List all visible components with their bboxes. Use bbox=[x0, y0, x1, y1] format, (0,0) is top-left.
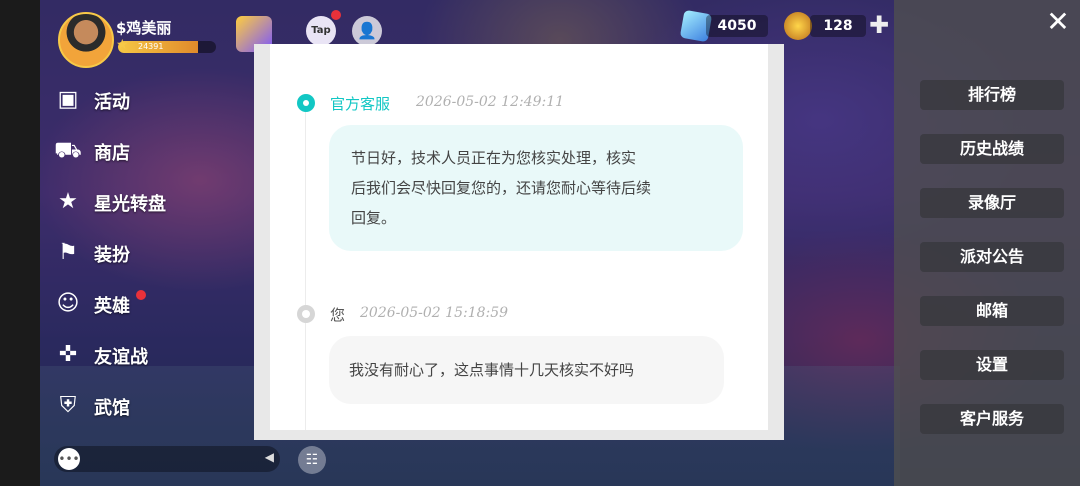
settings-button[interactable]: 设置 bbox=[920, 350, 1064, 380]
agent-timeline-dot bbox=[297, 94, 315, 112]
coin-count: 128 bbox=[810, 15, 866, 37]
left-screen-edge bbox=[0, 0, 40, 486]
close-button[interactable]: ✕ bbox=[1044, 8, 1072, 36]
agent-message-bubble: 节日好，技术人员正在为您核实处理，核实 后我们会尽快回复您的，还请您耐心等待后续… bbox=[329, 125, 743, 251]
hero-icon: ☺ bbox=[56, 291, 80, 316]
chat-input-bar[interactable]: ••• ◀ bbox=[54, 446, 280, 472]
xp-progress-bar bbox=[118, 41, 216, 53]
user-message-bubble: 我没有耐心了，这点事情十几天核实不好吗 bbox=[329, 336, 724, 404]
player-name: $鸡美丽 bbox=[116, 19, 172, 37]
menu-item-outfit[interactable]: ⚑ 装扮 bbox=[52, 233, 232, 273]
gem-count: 4050 bbox=[706, 15, 768, 37]
xp-value: 24391 bbox=[138, 42, 164, 51]
menu-item-shop[interactable]: ⛟ 商店 bbox=[52, 131, 232, 171]
menu-item-label: 武馆 bbox=[94, 398, 130, 419]
menu-item-friendly-match[interactable]: ✜ 友谊战 bbox=[52, 335, 232, 375]
star-wheel-icon: ★ bbox=[58, 189, 78, 214]
menu-item-dojo[interactable]: ⛨ 武馆 bbox=[52, 386, 232, 426]
level-star-icon: ★ bbox=[116, 37, 129, 53]
timeline-line bbox=[305, 104, 306, 430]
match-history-button[interactable]: 历史战绩 bbox=[920, 134, 1064, 164]
message-line: 节日好，技术人员正在为您核实处理，核实 bbox=[351, 149, 637, 167]
gamepad-icon: ✜ bbox=[58, 342, 78, 367]
coin-icon bbox=[784, 12, 812, 40]
dojo-icon: ⛨ bbox=[59, 393, 77, 418]
chat-bubble-icon: ••• bbox=[58, 448, 80, 470]
message-timestamp: 2026-05-02 12:49:11 bbox=[416, 94, 565, 110]
leaderboard-button[interactable]: 排行榜 bbox=[920, 80, 1064, 110]
mailbox-button[interactable]: 邮箱 bbox=[920, 296, 1064, 326]
hanger-icon: ⚑ bbox=[58, 240, 78, 265]
notification-dot bbox=[136, 290, 146, 300]
message-line: 我没有耐心了，这点事情十几天核实不好吗 bbox=[349, 361, 635, 379]
collapse-arrow-icon[interactable]: ◀ bbox=[265, 450, 274, 464]
menu-item-label: 商店 bbox=[94, 143, 130, 164]
emote-button[interactable]: ☷ bbox=[298, 446, 326, 474]
user-timeline-dot bbox=[297, 305, 315, 323]
support-chat-dialog[interactable]: 官方客服 2026-05-02 12:49:11 节日好，技术人员正在为您核实处… bbox=[270, 44, 768, 430]
friend-icon[interactable]: 👤 bbox=[352, 16, 382, 46]
menu-item-label: 装扮 bbox=[94, 245, 130, 266]
menu-item-activity[interactable]: ▣ 活动 bbox=[52, 80, 232, 120]
menu-item-label: 活动 bbox=[94, 92, 130, 113]
cart-icon: ⛟ bbox=[54, 138, 82, 163]
customer-service-button[interactable]: 客户服务 bbox=[920, 404, 1064, 434]
message-line: 后我们会尽快回复您的，还请您耐心等待后续 bbox=[351, 179, 652, 197]
party-announcement-button[interactable]: 派对公告 bbox=[920, 242, 1064, 272]
notification-dot bbox=[331, 10, 341, 20]
calendar-star-icon: ▣ bbox=[57, 87, 79, 112]
menu-item-label: 友谊战 bbox=[94, 347, 148, 368]
avatar[interactable] bbox=[58, 12, 114, 68]
menu-item-heroes[interactable]: ☺ 英雄 bbox=[52, 284, 232, 324]
replay-hall-button[interactable]: 录像厅 bbox=[920, 188, 1064, 218]
taptap-icon[interactable]: Tap bbox=[306, 16, 336, 46]
menu-item-label: 星光转盘 bbox=[94, 194, 166, 215]
message-sender: 官方客服 bbox=[330, 95, 391, 113]
menu-item-label: 英雄 bbox=[94, 296, 130, 317]
message-sender: 您 bbox=[330, 306, 346, 324]
message-timestamp: 2026-05-02 15:18:59 bbox=[360, 305, 509, 321]
message-line: 回复。 bbox=[351, 209, 397, 227]
add-currency-button[interactable]: ✚ bbox=[868, 12, 890, 38]
menu-item-star-wheel[interactable]: ★ 星光转盘 bbox=[52, 182, 232, 222]
